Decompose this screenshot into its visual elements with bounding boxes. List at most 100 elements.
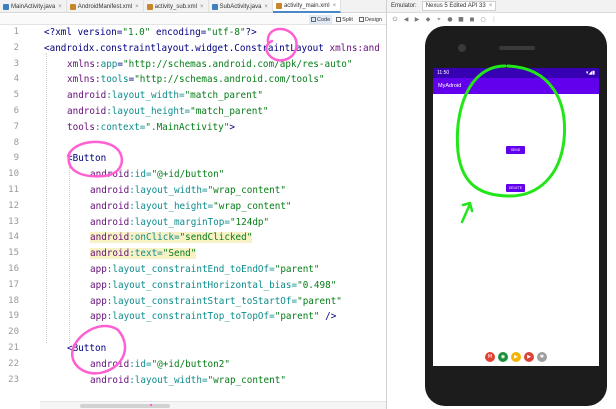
line-number: 23	[8, 374, 19, 385]
indent-guide	[69, 167, 70, 343]
app-toolbar: MyAdroid	[433, 78, 599, 94]
xml-file-icon	[146, 3, 153, 10]
play-store-icon[interactable]: ▶	[511, 352, 521, 362]
location-icon[interactable]: ⌖	[436, 16, 442, 24]
code-line-14: android:onClick="sendClicked"	[90, 232, 253, 244]
tab-sub-activity-java[interactable]: SubActivity.java ×	[209, 0, 273, 13]
emulator-toolbar: ⏻ ◀ ▶ ◆ ⌖ ● ■ ◼ ○ ⋮	[387, 14, 616, 25]
line-number: 22	[8, 358, 19, 369]
youtube-icon[interactable]: ▶	[524, 352, 534, 362]
send-button[interactable]: SEND	[506, 146, 525, 154]
home-icon[interactable]: ○	[480, 16, 486, 23]
design-view-icon	[358, 17, 364, 22]
stop-icon[interactable]: ■	[458, 16, 464, 23]
phone-screen[interactable]: 11:50 ▾◢▮ MyAdroid SEND DELETE M ◉ ▶ ▶ ✱	[433, 68, 599, 366]
phone-dock: M ◉ ▶ ▶ ✱	[433, 348, 599, 366]
code-line-13: android:layout_marginTop="124dp"	[90, 216, 270, 228]
status-bar: 11:50 ▾◢▮	[433, 68, 599, 78]
line-number: 14	[8, 232, 19, 243]
close-icon[interactable]: ×	[135, 4, 139, 10]
line-number: 17	[8, 279, 19, 290]
horizontal-scrollbar[interactable]	[40, 401, 386, 409]
emulator-label: Emulator:	[391, 3, 417, 9]
line-number: 18	[8, 295, 19, 306]
status-icons: ▾◢▮	[585, 70, 595, 76]
code-line-3: xmlns:app="http://schemas.android.com/ap…	[67, 58, 353, 70]
close-icon[interactable]: ×	[333, 3, 337, 9]
line-number: 9	[13, 153, 19, 164]
line-number: 6	[13, 106, 19, 116]
code-line-18: app:layout_constraintStart_toStartOf="pa…	[90, 295, 342, 307]
close-icon[interactable]: ×	[489, 3, 493, 9]
record-icon[interactable]: ●	[447, 16, 453, 23]
close-icon[interactable]: ×	[264, 4, 268, 10]
camera-icon	[458, 44, 466, 52]
line-number: 2	[13, 42, 19, 53]
code-line-16: app:layout_constraintEnd_toEndOf="parent…	[90, 264, 320, 275]
line-number: 15	[8, 248, 19, 259]
emulator-panel: Emulator: Nexus 5 Edited API 33 × ⏻ ◀ ▶ ◆…	[386, 0, 616, 409]
indent-guide	[46, 53, 47, 343]
volume-down-icon[interactable]: ◀	[403, 16, 409, 23]
xml-file-icon	[69, 3, 76, 10]
line-number: 13	[8, 216, 19, 227]
code-line-5: android:layout_width="match_parent"	[67, 90, 263, 102]
code-line-10: android:id="@+id/button"	[90, 169, 225, 181]
line-number: 1	[13, 27, 19, 37]
delete-button[interactable]: DELETE	[506, 184, 525, 192]
line-number: 5	[13, 90, 19, 101]
code-line-7: tools:context=".MainActivity">	[67, 121, 235, 133]
power-icon[interactable]: ⏻	[392, 16, 398, 24]
code-view-icon	[311, 17, 317, 22]
close-icon[interactable]: ×	[200, 4, 204, 10]
view-mode-switcher: Code Split Design	[309, 15, 384, 24]
code-area[interactable]: <?xml version="1.0" encoding="utf-8"?> <…	[44, 25, 386, 409]
code-line-2: <androidx.constraintlayout.widget.Constr…	[44, 42, 380, 54]
editor-toolbar: Code Split Design	[0, 14, 386, 25]
editor-tab-bar: MainActivity.java × AndroidManifest.xml × …	[0, 0, 386, 13]
code-line-15: android:text="Send"	[90, 248, 197, 260]
code-line-11: android:layout_width="wrap_content"	[90, 185, 286, 196]
code-line-9: <Button	[67, 153, 107, 165]
split-mode-button[interactable]: Split	[334, 15, 355, 24]
app-title: MyAdroid	[438, 83, 462, 89]
more-icon[interactable]: ⋮	[491, 16, 497, 23]
tab-android-manifest[interactable]: AndroidManifest.xml ×	[67, 0, 144, 13]
volume-up-icon[interactable]: ▶	[414, 16, 420, 23]
code-line-4: xmlns:tools="http://schemas.android.com/…	[67, 74, 325, 86]
split-view-icon	[336, 17, 342, 22]
phone-frame: 11:50 ▾◢▮ MyAdroid SEND DELETE M ◉ ▶ ▶ ✱	[425, 26, 607, 406]
emulator-header: Emulator: Nexus 5 Edited API 33 ×	[387, 0, 616, 13]
chrome-icon[interactable]: ◉	[498, 352, 508, 362]
java-file-icon	[3, 3, 9, 10]
close-icon[interactable]: ×	[58, 4, 62, 10]
code-line-1: <?xml version="1.0" encoding="utf-8"?>	[44, 27, 257, 38]
status-time: 11:50	[437, 70, 450, 76]
tab-activity-sub-xml[interactable]: activity_sub.xml ×	[144, 0, 209, 13]
emulator-device-tab[interactable]: Nexus 5 Edited API 33 ×	[421, 1, 497, 11]
code-line-19: app:layout_constraintTop_toTopOf="parent…	[90, 311, 337, 323]
code-line-17: app:layout_constraintHorizontal_bias="0.…	[90, 279, 337, 291]
line-number: 4	[13, 74, 19, 85]
speaker-grille	[499, 46, 535, 50]
line-number-gutter: 1 2 3 4 5 6 7 8 9 10 11 12 13 14 15 16 1…	[0, 25, 40, 409]
code-line-23: android:layout_width="wrap_content"	[90, 374, 286, 386]
line-number: 3	[13, 58, 19, 69]
rotate-icon[interactable]: ◆	[425, 16, 431, 23]
code-editor[interactable]: MainActivity.java × AndroidManifest.xml × …	[0, 0, 386, 409]
scrollbar-thumb[interactable]	[80, 404, 170, 408]
java-file-icon	[211, 3, 218, 10]
tab-activity-main-xml[interactable]: activity_main.xml ×	[272, 0, 342, 13]
photos-icon[interactable]: ✱	[537, 352, 547, 362]
line-number: 11	[8, 185, 19, 195]
design-mode-button[interactable]: Design	[357, 15, 384, 24]
screenshot-icon[interactable]: ◼	[469, 16, 475, 23]
gmail-icon[interactable]: M	[485, 352, 495, 362]
line-number: 12	[8, 200, 19, 211]
line-number: 19	[8, 311, 19, 322]
line-number: 20	[8, 327, 19, 338]
code-line-12: android:layout_height="wrap_content"	[90, 200, 292, 212]
code-line-21: <Button	[67, 343, 107, 354]
tab-main-activity-java[interactable]: MainActivity.java ×	[0, 0, 67, 13]
code-mode-button[interactable]: Code	[309, 15, 333, 24]
